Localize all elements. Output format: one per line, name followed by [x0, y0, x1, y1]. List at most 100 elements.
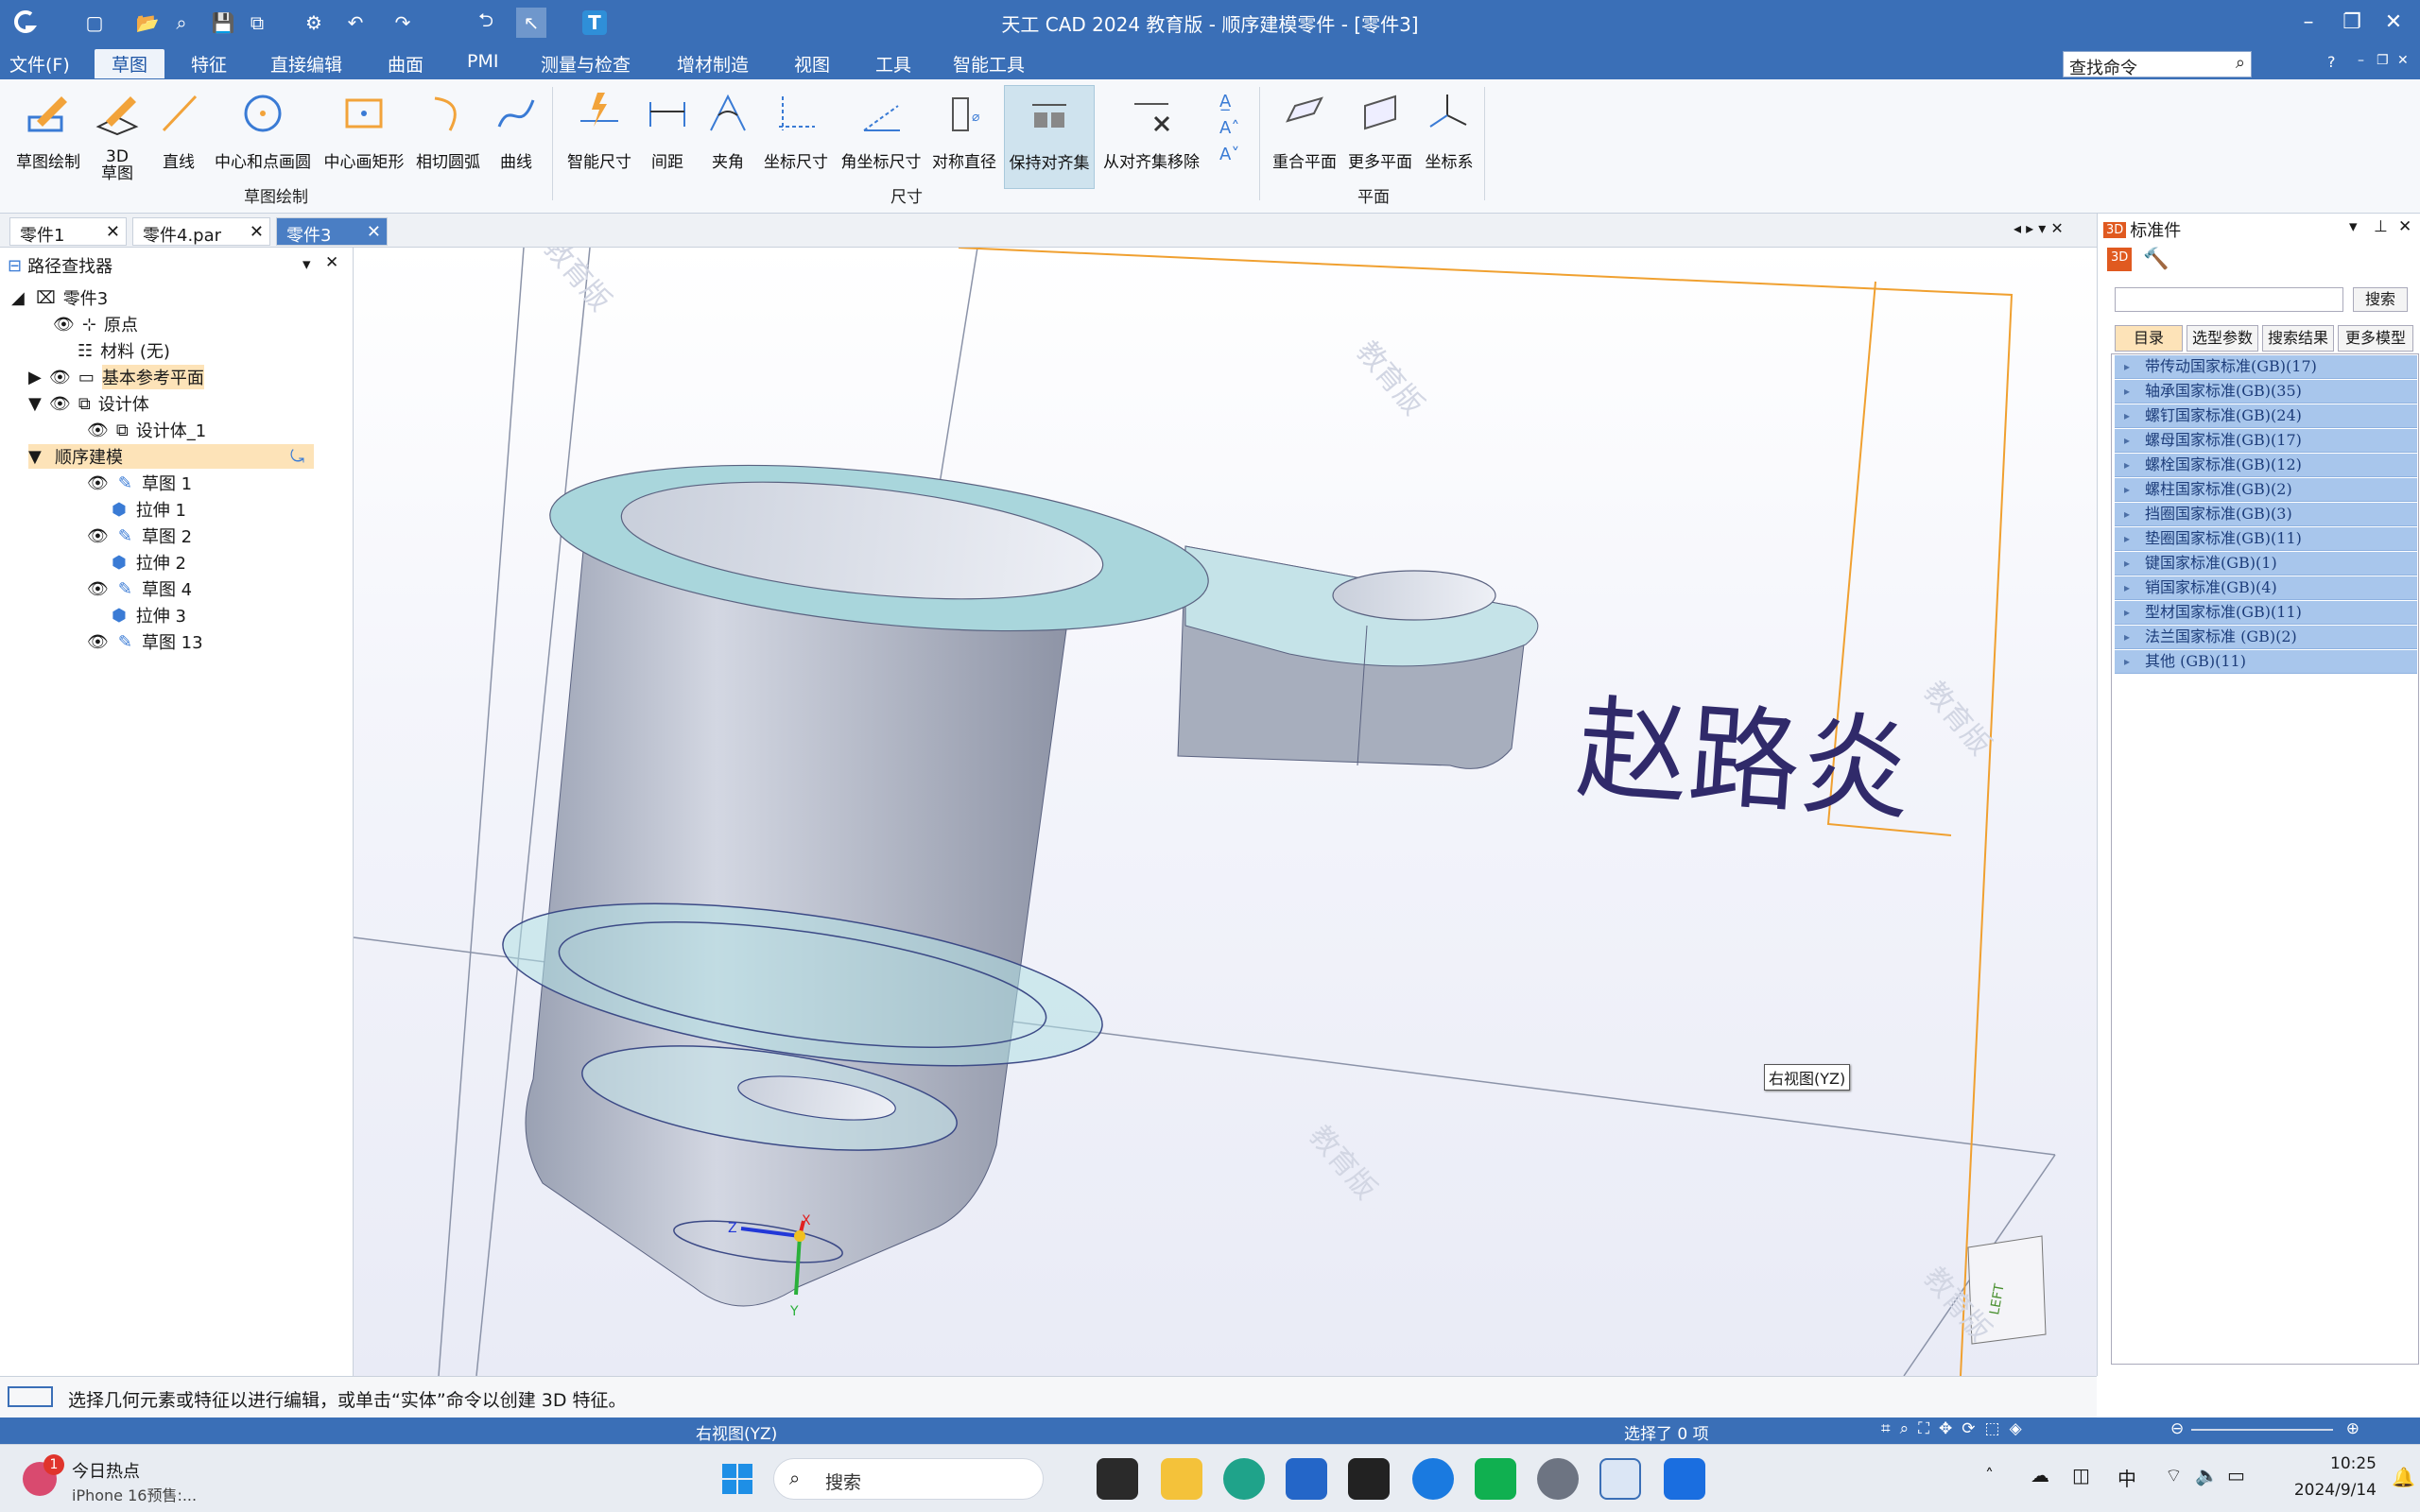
- zoom-area-icon[interactable]: ⌗: [1881, 1419, 1891, 1438]
- tree-item-sequential-modeling[interactable]: ▼ 顺序建模 ⤿: [28, 444, 314, 469]
- expand-icon[interactable]: ▸: [2124, 355, 2130, 378]
- menu-measure[interactable]: 测量与检查: [541, 51, 631, 77]
- restore-icon[interactable]: ❐: [2333, 6, 2371, 40]
- eye-icon[interactable]: 👁: [53, 315, 75, 335]
- tree-item-origin[interactable]: 👁 ⊹ 原点: [53, 312, 138, 336]
- list-item[interactable]: ▸ 型材国家标准(GB)(11): [2115, 601, 2417, 625]
- edge-browser-icon[interactable]: [1223, 1458, 1265, 1500]
- fit-icon[interactable]: ⛶: [1918, 1419, 1929, 1438]
- hammer-icon[interactable]: 🔨: [2143, 248, 2169, 271]
- list-item[interactable]: ▸ 螺母国家标准(GB)(17): [2115, 429, 2417, 453]
- expand-icon[interactable]: ▸: [2124, 527, 2130, 550]
- expand-icon[interactable]: ▸: [2124, 429, 2130, 452]
- zoom-out-icon[interactable]: ⊖: [2170, 1419, 2184, 1438]
- tab-scroll-controls[interactable]: ◂ ▸ ▾ ✕: [2014, 219, 2064, 237]
- sync-icon[interactable]: ⤿: [290, 447, 304, 467]
- view-orient-icon[interactable]: ⬚: [1985, 1419, 2000, 1438]
- search-button[interactable]: 搜索: [2353, 287, 2408, 312]
- command-search-input[interactable]: 查找命令 ⌕: [2063, 51, 2252, 78]
- close-icon[interactable]: ✕: [2375, 6, 2412, 40]
- center-rectangle-button[interactable]: 中心画矩形: [320, 85, 408, 189]
- menu-sketch[interactable]: 草图: [95, 49, 165, 78]
- tab-part3[interactable]: 零件3 ✕: [276, 217, 388, 246]
- pathfinder-menu-icon[interactable]: ▾: [302, 255, 311, 274]
- zoom-in-icon[interactable]: ⊕: [2346, 1419, 2360, 1438]
- tree-item-design-body[interactable]: ▼ 👁 ⧉ 设计体: [28, 391, 149, 416]
- task-view-icon[interactable]: [1097, 1458, 1138, 1500]
- text-format-icons[interactable]: A̲ A˄ A˅: [1219, 89, 1239, 168]
- more-planes-button[interactable]: 更多平面: [1344, 85, 1416, 189]
- circle-center-point-button[interactable]: 中心和点画圆: [210, 85, 316, 189]
- store-icon[interactable]: [1286, 1458, 1327, 1500]
- menu-tools[interactable]: 工具: [875, 51, 911, 77]
- angle-button[interactable]: 夹角: [703, 85, 752, 189]
- menu-pmi[interactable]: PMI: [467, 51, 498, 72]
- expand-icon[interactable]: ▸: [2124, 478, 2130, 501]
- tree-item-sketch1[interactable]: 👁 ✎ 草图 1: [87, 471, 192, 495]
- close-icon[interactable]: ✕: [250, 222, 264, 242]
- tab-search-results[interactable]: 搜索结果: [2262, 325, 2334, 352]
- tab-selection-params[interactable]: 选型参数: [2187, 325, 2258, 352]
- distance-button[interactable]: 间距: [643, 85, 692, 189]
- close-icon[interactable]: ✕: [106, 222, 120, 242]
- expand-icon[interactable]: ▸: [2124, 576, 2130, 599]
- menu-additive[interactable]: 增材制造: [677, 51, 749, 77]
- list-item[interactable]: ▸ 其他 (GB)(11): [2115, 650, 2417, 674]
- keep-alignment-set-button[interactable]: 保持对齐集: [1004, 85, 1095, 189]
- angular-coordinate-button[interactable]: 角坐标尺寸: [836, 85, 926, 189]
- eye-icon[interactable]: 👁: [87, 632, 109, 652]
- tree-item-sketch13[interactable]: 👁 ✎ 草图 13: [87, 629, 203, 654]
- file-explorer-icon[interactable]: [1161, 1458, 1202, 1500]
- tree-item-part3[interactable]: ◢ ⌧ 零件3: [11, 285, 108, 310]
- zoom-slider[interactable]: ⊖ ⊕: [2170, 1419, 2360, 1438]
- list-item[interactable]: ▸ 垫圈国家标准(GB)(11): [2115, 527, 2417, 551]
- minimize-icon[interactable]: –: [2290, 6, 2327, 40]
- render-mode-icon[interactable]: ◈: [2010, 1419, 2022, 1438]
- 3d-viewport[interactable]: Z Y X 赵路炎 LEFT 教育版 教育版 教育版 教育版 教育版 右视图(Y…: [354, 248, 2097, 1376]
- ie-icon[interactable]: [1412, 1458, 1454, 1500]
- list-item[interactable]: ▸ 带传动国家标准(GB)(17): [2115, 355, 2417, 379]
- news-title[interactable]: 今日热点: [72, 1458, 140, 1483]
- clock-time[interactable]: 10:25: [2291, 1454, 2377, 1473]
- tree-item-base-planes[interactable]: ▶ 👁 ▭ 基本参考平面: [28, 365, 204, 389]
- menu-surface[interactable]: 曲面: [388, 51, 424, 77]
- list-item[interactable]: ▸ 法兰国家标准 (GB)(2): [2115, 626, 2417, 649]
- help-icon[interactable]: ?: [2327, 53, 2336, 71]
- tree-item-extrude2[interactable]: ⬢ 拉伸 2: [112, 550, 186, 575]
- menu-direct-edit[interactable]: 直接编辑: [270, 51, 342, 77]
- eye-icon[interactable]: 👁: [87, 421, 109, 440]
- prompt-bar-icon[interactable]: [8, 1386, 53, 1407]
- remove-from-alignment-set-button[interactable]: 从对齐集移除: [1098, 85, 1204, 189]
- expand-icon[interactable]: ▸: [2124, 650, 2130, 673]
- sketch-draw-button[interactable]: 草图绘制: [8, 85, 89, 189]
- news-subtitle[interactable]: iPhone 16预售:...: [72, 1483, 197, 1505]
- doc-restore-icon[interactable]: ❐: [2377, 53, 2389, 68]
- eye-icon[interactable]: 👁: [87, 526, 109, 546]
- 3d-sketch-button[interactable]: 3D 草图: [91, 85, 144, 189]
- pan-icon[interactable]: ✥: [1939, 1419, 1952, 1438]
- line-button[interactable]: 直线: [149, 85, 208, 189]
- expand-icon[interactable]: ▸: [2124, 503, 2130, 525]
- doc-close-icon[interactable]: ✕: [2397, 53, 2409, 68]
- list-item[interactable]: ▸ 螺钉国家标准(GB)(24): [2115, 404, 2417, 428]
- list-item[interactable]: ▸ 挡圈国家标准(GB)(3): [2115, 503, 2417, 526]
- tangent-arc-button[interactable]: 相切圆弧: [410, 85, 486, 189]
- rotate-icon[interactable]: ⟳: [1962, 1419, 1975, 1438]
- search-icon[interactable]: ⌕: [2236, 53, 2245, 73]
- pin-icon[interactable]: ⊥: [2374, 217, 2388, 236]
- wifi-icon[interactable]: ⌔: [2165, 1464, 2183, 1487]
- ime-indicator[interactable]: 中: [2118, 1464, 2136, 1491]
- menu-feature[interactable]: 特征: [191, 51, 227, 77]
- 3d-library-icon[interactable]: 3D: [2107, 248, 2133, 271]
- menu-smart-tools[interactable]: 智能工具: [953, 51, 1025, 77]
- coordinate-dimension-button[interactable]: 坐标尺寸: [760, 85, 832, 189]
- taskbar-search[interactable]: ⌕ 搜索: [773, 1458, 1044, 1500]
- expand-icon[interactable]: ▶: [28, 368, 49, 387]
- expand-icon[interactable]: ▸: [2124, 601, 2130, 624]
- chevron-up-icon[interactable]: ˄: [1985, 1466, 1994, 1486]
- app-icon[interactable]: [1348, 1458, 1390, 1500]
- tree-item-sketch4[interactable]: 👁 ✎ 草图 4: [87, 576, 192, 601]
- close-icon[interactable]: ✕: [325, 253, 338, 272]
- tree-item-extrude1[interactable]: ⬢ 拉伸 1: [112, 497, 186, 522]
- eye-icon[interactable]: 👁: [87, 473, 109, 493]
